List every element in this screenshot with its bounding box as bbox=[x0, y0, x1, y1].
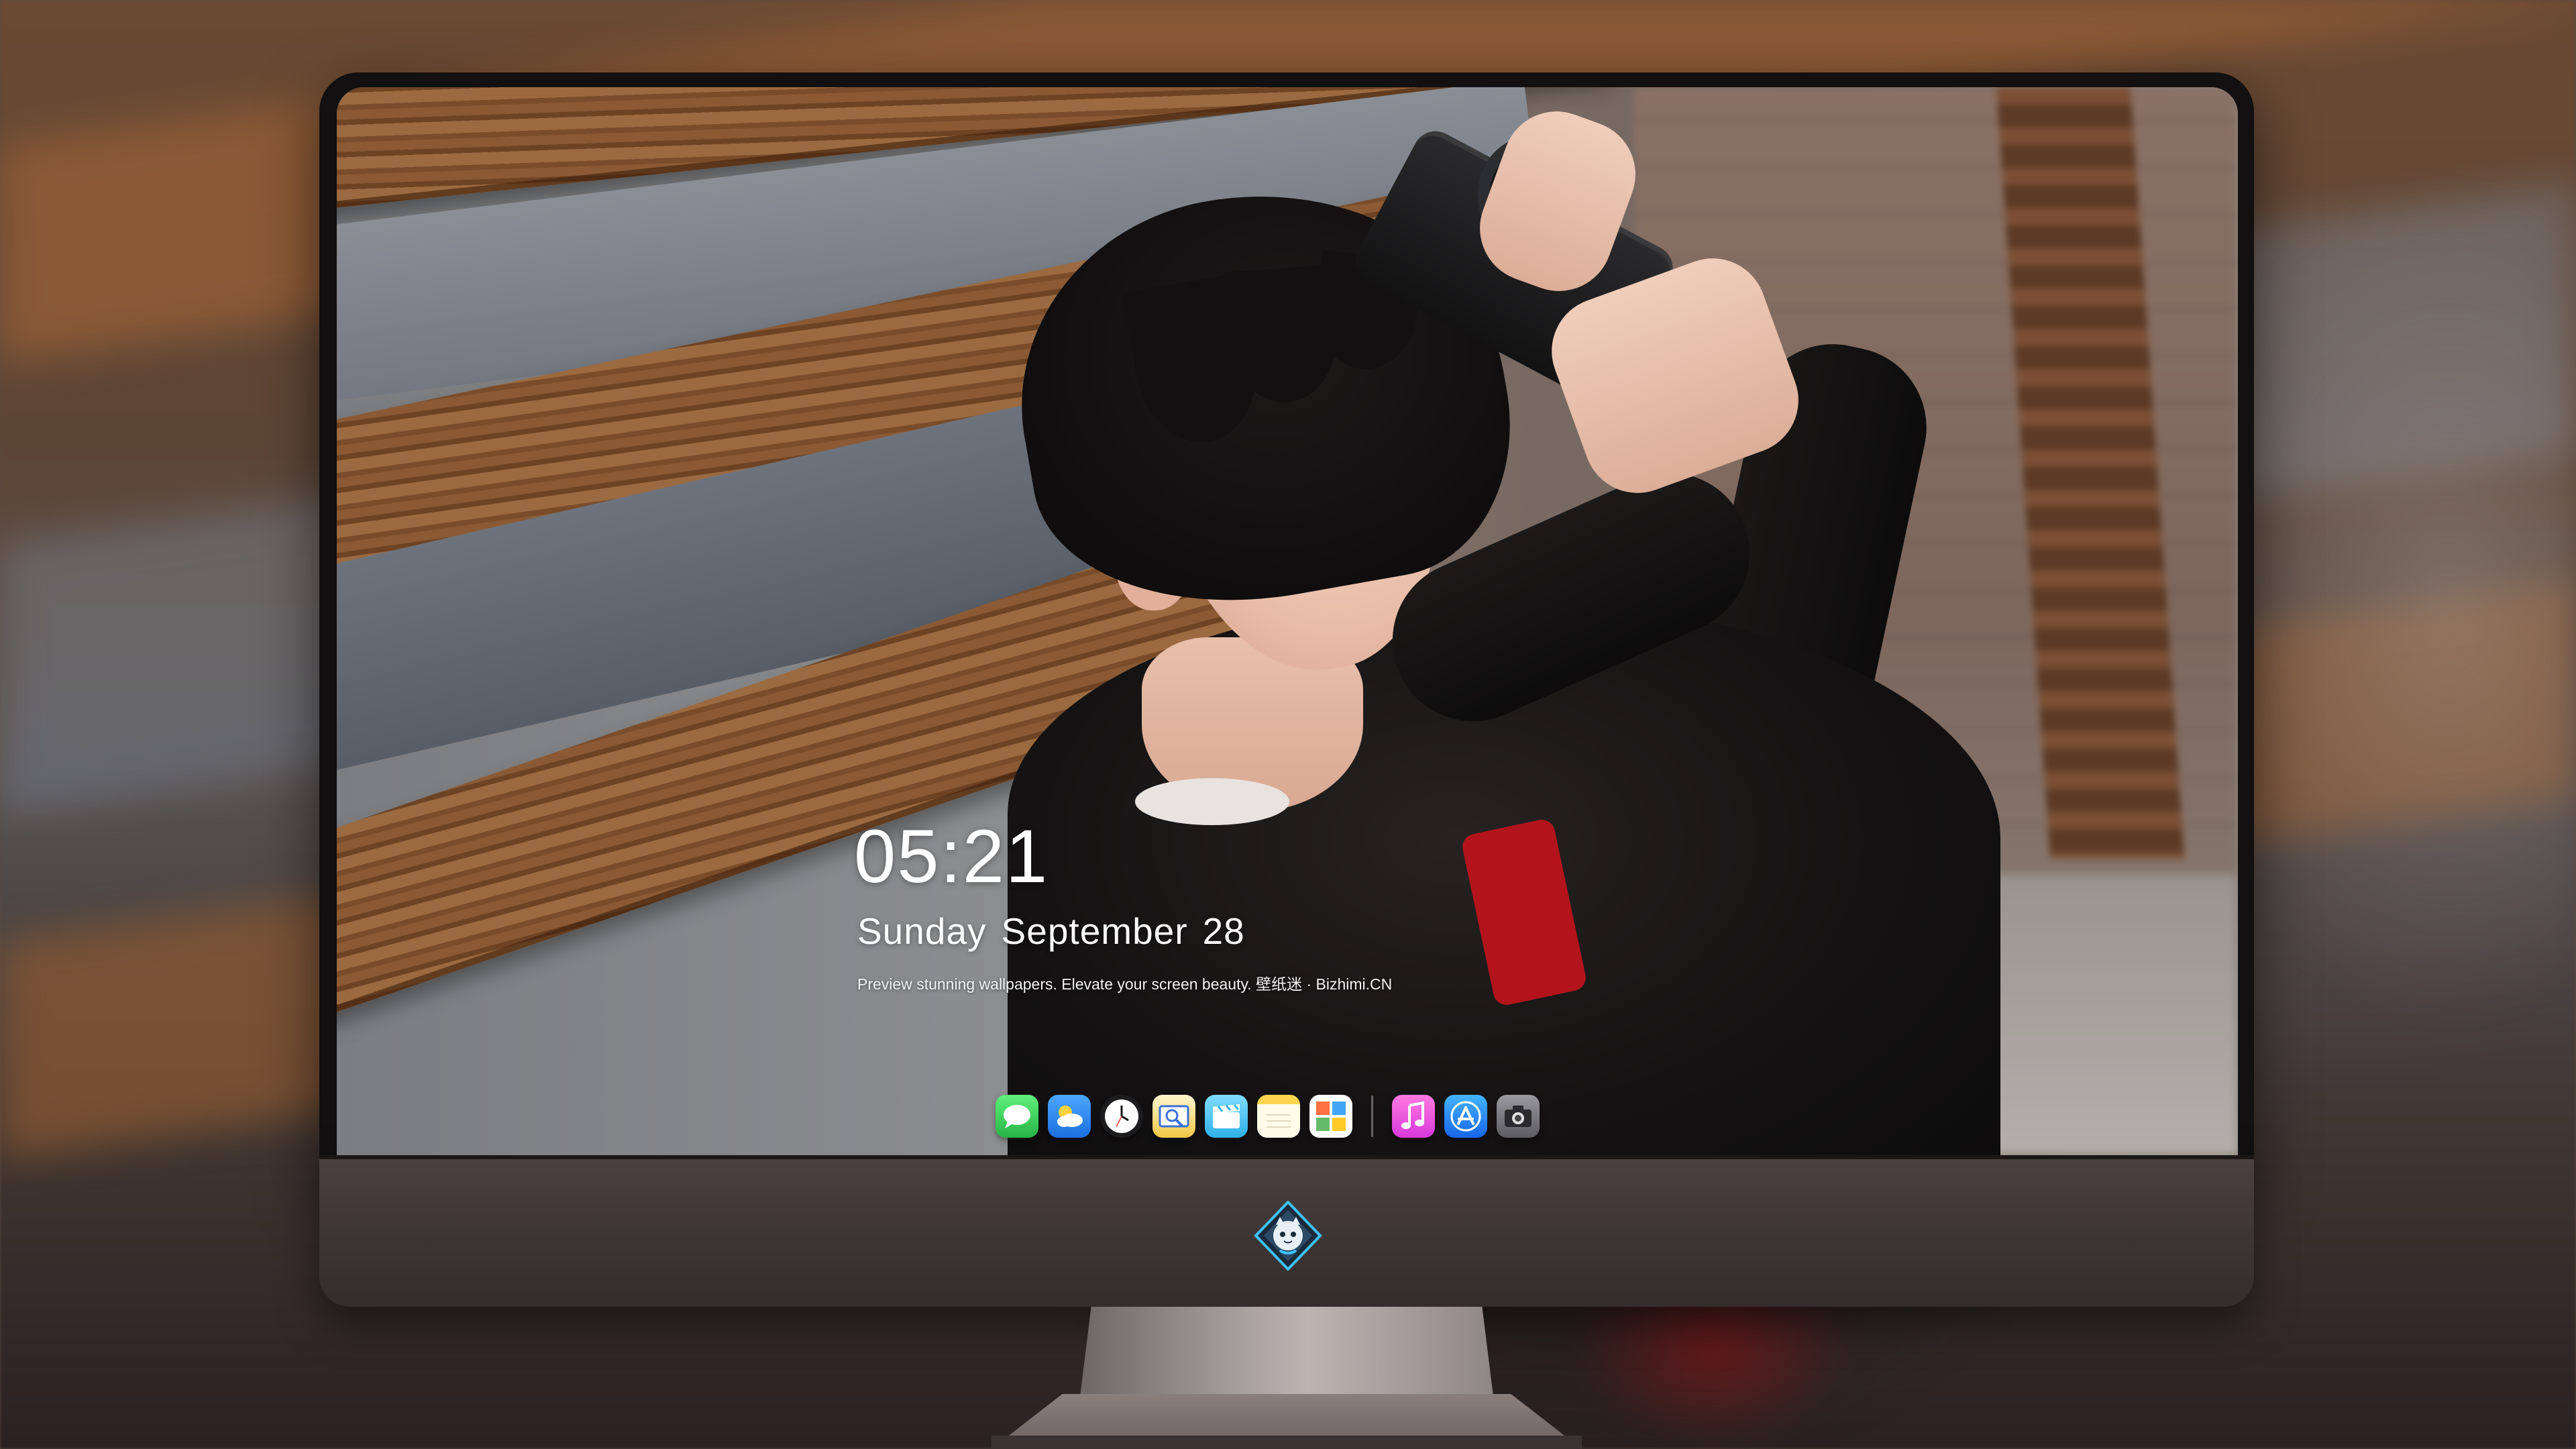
weather-icon[interactable] bbox=[1048, 1095, 1091, 1138]
bizhimi-mascot-logo bbox=[1253, 1200, 1323, 1271]
clips-icon[interactable] bbox=[1205, 1095, 1248, 1138]
photo-collage-icon[interactable] bbox=[1309, 1095, 1352, 1138]
preview-icon[interactable] bbox=[1152, 1095, 1195, 1138]
date-month: September bbox=[1001, 910, 1188, 952]
lock-screen-date: Sunday September 28 bbox=[857, 910, 1260, 953]
messages-icon[interactable] bbox=[996, 1095, 1038, 1138]
dock-separator bbox=[1371, 1095, 1373, 1137]
desktop-screen: 05:21 Sunday September 28 Preview stunning… bbox=[337, 87, 2238, 1155]
music-icon[interactable] bbox=[1392, 1095, 1435, 1138]
dock bbox=[989, 1080, 1610, 1152]
clock-icon[interactable] bbox=[1100, 1095, 1143, 1138]
notes-icon[interactable] bbox=[1257, 1095, 1300, 1138]
date-weekday: Sunday bbox=[857, 910, 987, 952]
date-day: 28 bbox=[1202, 910, 1245, 952]
lock-screen-clock: 05:21 bbox=[854, 814, 1049, 898]
camera-icon[interactable] bbox=[1497, 1095, 1540, 1138]
wallpaper-tagline: Preview stunning wallpapers. Elevate you… bbox=[857, 975, 1393, 993]
monitor-stand bbox=[1079, 1307, 1495, 1407]
app-store-icon[interactable] bbox=[1444, 1095, 1487, 1138]
